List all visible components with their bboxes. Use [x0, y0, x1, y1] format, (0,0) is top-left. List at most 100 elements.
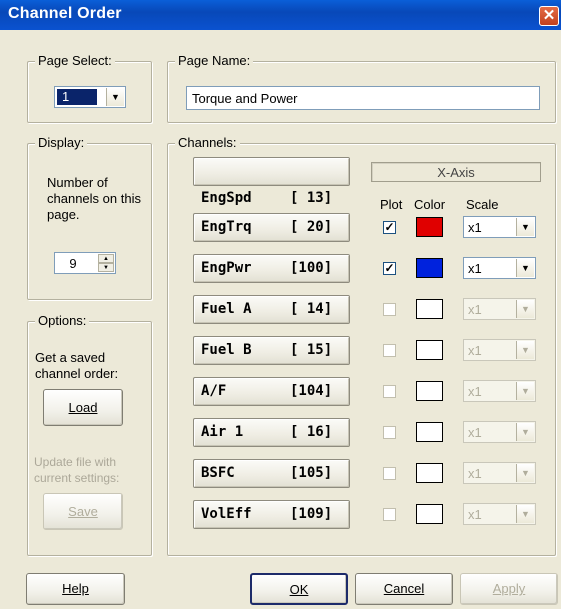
plot-checkbox[interactable]: ✓: [383, 221, 396, 234]
channel-number: [100]: [290, 260, 333, 276]
save-button[interactable]: Save: [43, 493, 123, 530]
plot-checkbox[interactable]: [383, 467, 396, 480]
cancel-button-label: Cancel: [383, 581, 425, 596]
display-label: Display:: [35, 135, 88, 150]
plot-checkbox[interactable]: [383, 385, 396, 398]
chevron-down-icon[interactable]: ▼: [516, 382, 534, 400]
scale-dropdown[interactable]: x1 ▼: [463, 216, 536, 238]
plot-checkbox[interactable]: [383, 303, 396, 316]
channel-button[interactable]: EngTrq [ 20]: [193, 213, 350, 242]
apply-button-label: Apply: [492, 581, 526, 596]
channel-name: Fuel B: [201, 342, 252, 358]
scale-column-header: Scale: [466, 197, 499, 212]
load-description: Get a saved channel order:: [35, 350, 119, 381]
channel-name: A/F: [201, 383, 227, 399]
chevron-down-icon[interactable]: ▼: [516, 423, 534, 441]
channel-number: [ 15]: [290, 342, 333, 358]
chevron-down-icon[interactable]: ▼: [106, 88, 124, 106]
scale-value: x1: [468, 384, 482, 399]
scale-dropdown[interactable]: x1 ▼: [463, 257, 536, 279]
channel-name: Air 1: [201, 424, 244, 440]
channel-button[interactable]: Fuel A [ 14]: [193, 295, 350, 324]
plot-checkbox[interactable]: ✓: [383, 262, 396, 275]
channel-name: VolEff: [201, 506, 252, 522]
scale-value: x1: [468, 220, 482, 235]
plot-checkbox[interactable]: [383, 508, 396, 521]
color-swatch[interactable]: [416, 422, 443, 442]
channel-button[interactable]: Fuel B [ 15]: [193, 336, 350, 365]
cancel-button[interactable]: Cancel: [355, 573, 453, 605]
help-button[interactable]: Help: [26, 573, 125, 605]
color-swatch[interactable]: [416, 299, 443, 319]
checkmark-icon: ✓: [384, 261, 395, 275]
plot-checkbox[interactable]: [383, 344, 396, 357]
apply-button[interactable]: Apply: [460, 573, 558, 605]
x-axis-channel-button[interactable]: EngSpd [ 13]: [193, 157, 350, 206]
close-icon[interactable]: ✕: [539, 6, 559, 26]
channel-button[interactable]: A/F [104]: [193, 377, 350, 406]
channel-button[interactable]: EngPwr [100]: [193, 254, 350, 283]
channel-number: [ 13]: [290, 190, 333, 206]
channel-number: [ 20]: [290, 219, 333, 235]
channel-name: EngPwr: [201, 260, 252, 276]
help-button-label: Help: [62, 581, 89, 596]
checkmark-icon: ✓: [384, 220, 395, 234]
title-bar: Channel Order ✕: [0, 0, 561, 30]
chevron-down-icon[interactable]: ▼: [516, 259, 534, 277]
window-title: Channel Order: [8, 5, 122, 22]
display-description: Number of channels on this page.: [47, 175, 141, 222]
page-select-value: 1: [57, 89, 97, 105]
scale-dropdown[interactable]: x1 ▼: [463, 462, 536, 484]
channel-name: Fuel A: [201, 301, 252, 317]
scale-dropdown[interactable]: x1 ▼: [463, 298, 536, 320]
channel-number: [104]: [290, 383, 333, 399]
spin-down-icon[interactable]: ▼: [98, 263, 114, 272]
channel-name: EngTrq: [201, 219, 252, 235]
channel-button[interactable]: BSFC [105]: [193, 459, 350, 488]
color-swatch[interactable]: [416, 340, 443, 360]
save-button-label: Save: [68, 504, 98, 519]
scale-dropdown[interactable]: x1 ▼: [463, 421, 536, 443]
page-select-dropdown[interactable]: 1 ▼: [54, 86, 126, 108]
channel-number: [109]: [290, 506, 333, 522]
load-button[interactable]: Load: [43, 389, 123, 426]
channels-label: Channels:: [175, 135, 240, 150]
plot-checkbox[interactable]: [383, 426, 396, 439]
page-name-input[interactable]: [186, 86, 540, 110]
chevron-down-icon[interactable]: ▼: [516, 341, 534, 359]
channel-number: [105]: [290, 465, 333, 481]
color-swatch[interactable]: [416, 217, 443, 237]
chevron-down-icon[interactable]: ▼: [516, 505, 534, 523]
spin-up-icon[interactable]: ▲: [98, 254, 114, 263]
scale-value: x1: [468, 466, 482, 481]
channel-button[interactable]: Air 1 [ 16]: [193, 418, 350, 447]
chevron-down-icon[interactable]: ▼: [516, 300, 534, 318]
options-label: Options:: [35, 313, 90, 328]
channel-count-value: 9: [69, 256, 77, 271]
scale-value: x1: [468, 302, 482, 317]
plot-column-header: Plot: [380, 197, 403, 212]
load-button-label: Load: [68, 400, 98, 415]
channel-name: EngSpd: [201, 190, 252, 206]
scale-dropdown[interactable]: x1 ▼: [463, 339, 536, 361]
x-axis-label: X-Axis: [371, 162, 541, 182]
channel-button[interactable]: VolEff [109]: [193, 500, 350, 529]
color-swatch[interactable]: [416, 258, 443, 278]
scale-value: x1: [468, 425, 482, 440]
channel-number: [ 16]: [290, 424, 333, 440]
page-name-label: Page Name:: [175, 53, 254, 68]
color-swatch[interactable]: [416, 463, 443, 483]
chevron-down-icon[interactable]: ▼: [516, 218, 534, 236]
scale-value: x1: [468, 507, 482, 522]
channel-number: [ 14]: [290, 301, 333, 317]
scale-value: x1: [468, 261, 482, 276]
scale-dropdown[interactable]: x1 ▼: [463, 503, 536, 525]
channel-name: BSFC: [201, 465, 235, 481]
color-swatch[interactable]: [416, 504, 443, 524]
ok-button-label: OK: [289, 582, 309, 597]
ok-button[interactable]: OK: [250, 573, 348, 605]
chevron-down-icon[interactable]: ▼: [516, 464, 534, 482]
color-swatch[interactable]: [416, 381, 443, 401]
scale-dropdown[interactable]: x1 ▼: [463, 380, 536, 402]
channel-count-spinner[interactable]: 9 ▲ ▼: [54, 252, 116, 274]
